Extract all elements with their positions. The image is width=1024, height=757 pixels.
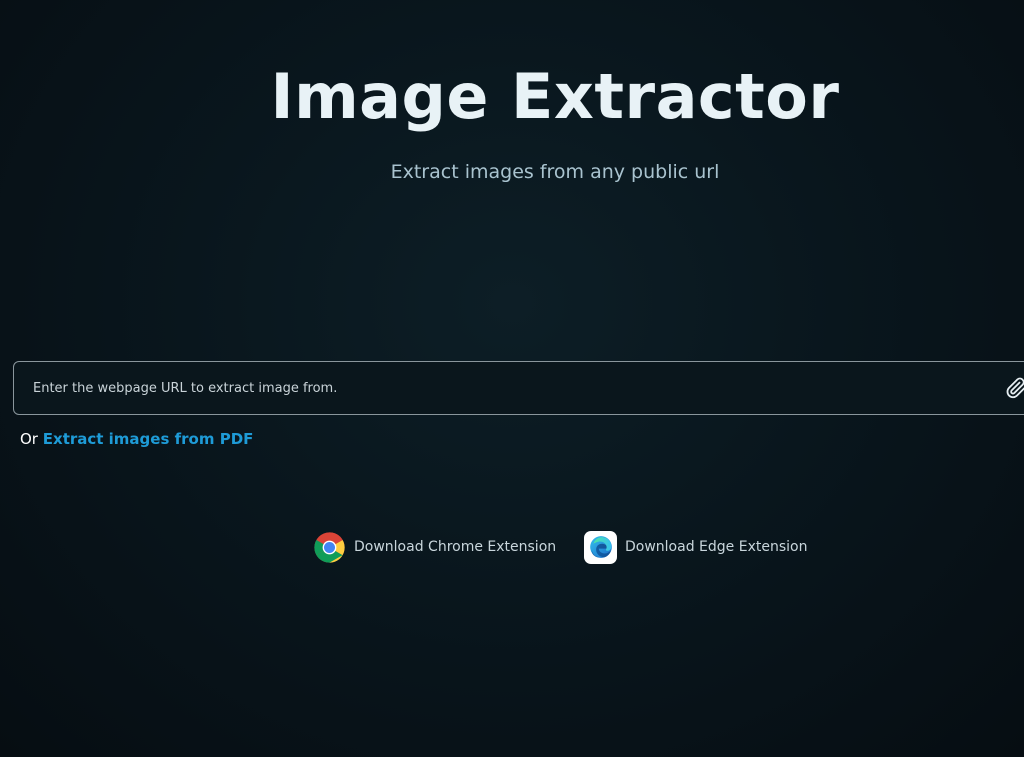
chrome-extension-label: Download Chrome Extension [354,539,557,555]
chrome-icon [313,531,346,564]
pdf-option-line: Or Extract images from PDF [20,430,253,448]
url-input[interactable] [14,362,994,414]
download-edge-extension-link[interactable]: Download Edge Extension [584,530,807,564]
edge-icon [584,530,617,564]
extract-pdf-link[interactable]: Extract images from PDF [43,430,254,448]
page-title: Image Extractor [270,60,840,133]
or-label: Or [20,430,38,448]
download-chrome-extension-link[interactable]: Download Chrome Extension [313,530,556,564]
edge-extension-label: Download Edge Extension [625,539,808,555]
paperclip-icon[interactable] [1004,376,1024,400]
page-subtitle: Extract images from any public url [390,161,720,183]
url-input-container [13,361,1024,415]
